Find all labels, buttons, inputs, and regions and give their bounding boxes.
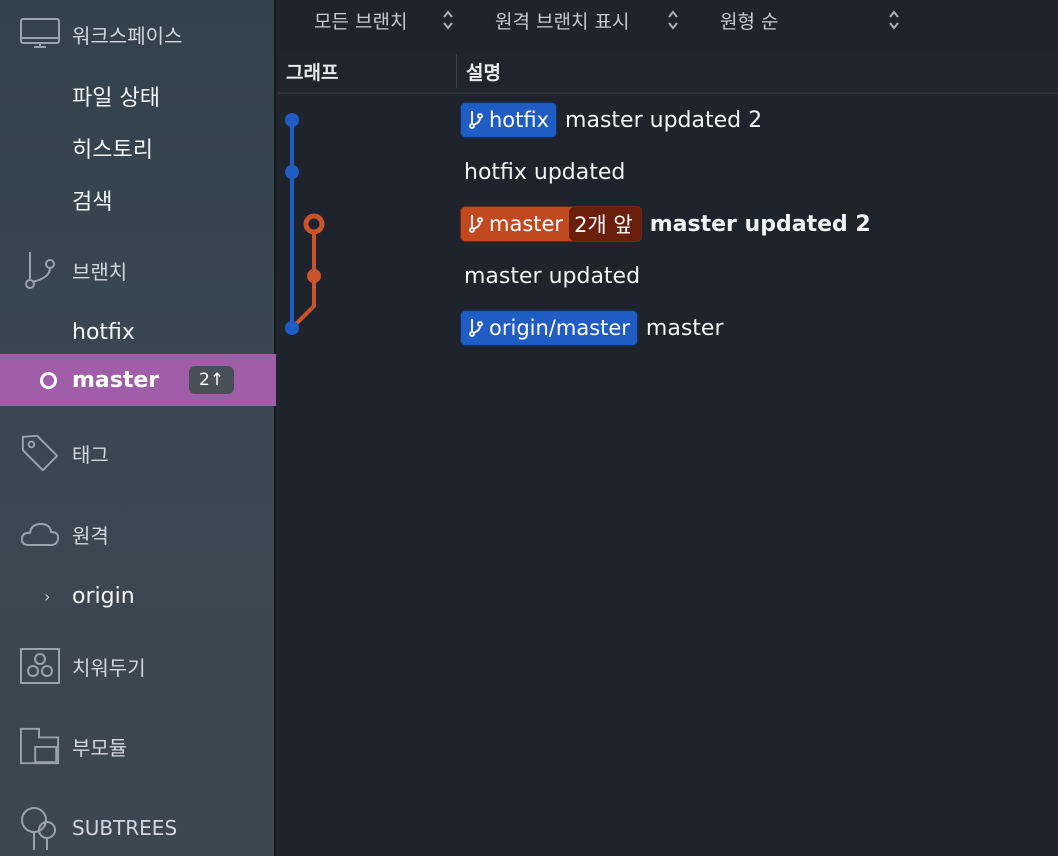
commit-graph (285, 113, 325, 335)
section-label: 태그 (72, 442, 109, 467)
section-label: 치워두기 (72, 655, 146, 680)
sidebar-section-branches[interactable]: 브랜치 (0, 250, 276, 290)
sidebar-item-label: 히스토리 (72, 138, 153, 163)
sidebar-item-label: master (72, 367, 160, 393)
branch-ref-badge[interactable]: origin/master (460, 310, 638, 346)
current-branch-icon (40, 371, 57, 389)
tag-icon (20, 433, 60, 473)
section-label: 브랜치 (72, 259, 128, 284)
sidebar-item-label: 검색 (72, 190, 113, 215)
dropdown-label: 원격 브랜치 표시 (495, 10, 630, 33)
section-label: 원격 (72, 523, 109, 548)
commit-message: master updated 2 (649, 211, 871, 237)
commit-row[interactable]: origin/master master (460, 308, 724, 348)
ahead-badge: 2↑ (189, 366, 235, 394)
sidebar-section-workspace[interactable]: 워크스페이스 (0, 14, 276, 54)
commit-table-header: 그래프 설명 (278, 50, 1058, 94)
branch-ref-badge[interactable]: master 2개 앞 (460, 206, 642, 242)
branch-ref-badge[interactable]: hotfix (460, 102, 558, 138)
sidebar-item-hotfix[interactable]: hotfix (0, 312, 276, 352)
stash-icon (20, 646, 60, 686)
commit-row[interactable]: hotfix master updated 2 (460, 100, 762, 140)
ref-name: hotfix (489, 108, 550, 132)
commit-message: master (645, 315, 724, 341)
sidebar-item-label: hotfix (72, 319, 135, 345)
sidebar-item-history[interactable]: 히스토리 (0, 128, 276, 168)
commit-node[interactable] (285, 113, 299, 127)
branch-icon (469, 214, 483, 234)
commit-row[interactable]: master 2개 앞 master updated 2 (460, 204, 871, 244)
column-divider[interactable] (456, 54, 457, 88)
toolbar: 모든 브랜치 원격 브랜치 표시 원형 순 (278, 0, 1058, 50)
commit-node[interactable] (285, 321, 299, 335)
sidebar-item-master[interactable]: master 2↑ (0, 354, 276, 406)
ahead-count-badge: 2개 앞 (569, 207, 641, 241)
updown-chevron-icon (888, 9, 900, 31)
sort-order-dropdown[interactable]: 원형 순 (720, 6, 910, 34)
monitor-icon (20, 14, 60, 54)
dropdown-label: 원형 순 (720, 10, 779, 33)
updown-chevron-icon (667, 9, 679, 31)
subtree-icon (20, 807, 60, 850)
commit-node[interactable] (285, 165, 299, 179)
sidebar-item-origin[interactable]: › origin (0, 576, 276, 616)
sidebar-section-subtrees[interactable]: SUBTREES (0, 807, 276, 850)
dropdown-label: 모든 브랜치 (314, 10, 408, 33)
sidebar-section-remotes[interactable]: 원격 (0, 514, 276, 554)
ref-name: master (489, 212, 564, 236)
sidebar-item-label: origin (72, 583, 135, 609)
sidebar-item-file-status[interactable]: 파일 상태 (0, 76, 276, 116)
column-header-graph[interactable]: 그래프 (286, 58, 338, 85)
commit-message: hotfix updated (464, 159, 626, 185)
branch-filter-dropdown[interactable]: 모든 브랜치 (314, 6, 464, 34)
ref-name: origin/master (489, 316, 630, 340)
column-header-description[interactable]: 설명 (466, 58, 501, 85)
submodule-icon (20, 726, 60, 766)
sidebar: 워크스페이스 파일 상태 히스토리 검색 브랜치 hotfix master 2… (0, 0, 276, 856)
updown-chevron-icon (442, 9, 454, 31)
sidebar-section-stashes[interactable]: 치워두기 (0, 646, 276, 686)
cloud-icon (20, 514, 60, 554)
section-label: 워크스페이스 (72, 23, 183, 48)
commit-row[interactable]: hotfix updated (460, 152, 625, 192)
branch-icon (469, 110, 483, 130)
chevron-right-icon[interactable]: › (44, 587, 50, 606)
sidebar-item-search[interactable]: 검색 (0, 180, 276, 220)
commit-node[interactable] (307, 269, 321, 283)
remote-branches-dropdown[interactable]: 원격 브랜치 표시 (495, 6, 695, 34)
commit-message: master updated 2 (565, 107, 763, 133)
branch-icon (469, 318, 483, 338)
sidebar-section-tags[interactable]: 태그 (0, 433, 276, 473)
sidebar-item-label: 파일 상태 (72, 86, 160, 111)
section-label: SUBTREES (72, 816, 178, 840)
section-label: 부모듈 (72, 735, 128, 760)
head-commit-node[interactable] (303, 213, 325, 235)
sidebar-section-submodules[interactable]: 부모듈 (0, 726, 276, 766)
commit-row[interactable]: master updated (460, 256, 640, 296)
branch-icon (20, 250, 60, 290)
commit-message: master updated (464, 263, 641, 289)
